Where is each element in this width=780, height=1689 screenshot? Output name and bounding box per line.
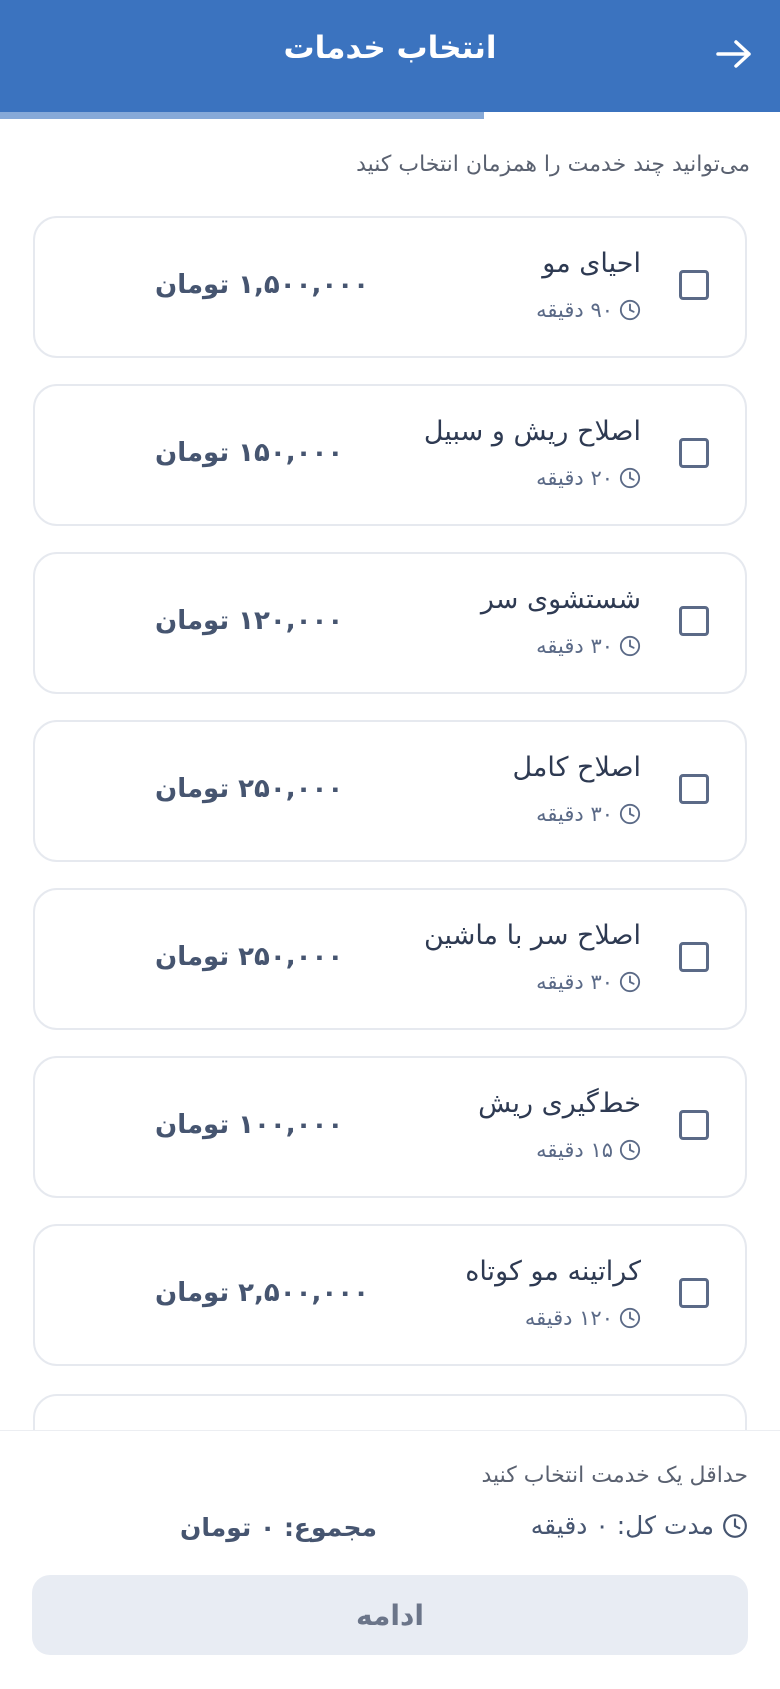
total-price: مجموع: ۰ تومان xyxy=(180,1513,377,1542)
min-selection-hint: حداقل یک خدمت انتخاب کنید xyxy=(481,1463,748,1488)
continue-button[interactable]: ادامه xyxy=(32,1575,748,1655)
service-name: اصلاح سر با ماشین xyxy=(424,920,641,951)
service-name: اصلاح کامل xyxy=(512,752,641,783)
service-duration: ۳۰ دقیقه xyxy=(536,634,641,658)
service-card[interactable]: خط‌گیری ریش ۱۵ دقیقه ۱۰۰,۰۰۰ تومان xyxy=(33,1056,747,1198)
service-price: ۱۵۰,۰۰۰ تومان xyxy=(155,438,344,468)
service-card[interactable]: کراتینه مو کوتاه ۱۲۰ دقیقه ۲,۵۰۰,۰۰۰ تومان xyxy=(33,1224,747,1366)
service-name: خط‌گیری ریش xyxy=(478,1088,641,1119)
service-duration-label: ۱۵ دقیقه xyxy=(536,1138,613,1162)
service-card[interactable]: اصلاح ریش و سبیل ۲۰ دقیقه ۱۵۰,۰۰۰ تومان xyxy=(33,384,747,526)
total-duration-label: مدت کل: ۰ دقیقه xyxy=(530,1511,714,1540)
clock-icon xyxy=(619,803,641,825)
clock-icon xyxy=(619,299,641,321)
service-card[interactable]: شستشوی سر ۳۰ دقیقه ۱۲۰,۰۰۰ تومان xyxy=(33,552,747,694)
service-duration-label: ۱۲۰ دقیقه xyxy=(524,1306,613,1330)
service-price: ۱,۵۰۰,۰۰۰ تومان xyxy=(155,270,370,300)
clock-icon xyxy=(723,1513,747,1538)
service-price: ۲۵۰,۰۰۰ تومان xyxy=(155,942,344,972)
service-duration: ۳۰ دقیقه xyxy=(536,802,641,826)
checkbox-empty-icon[interactable] xyxy=(679,438,709,468)
clock-icon xyxy=(619,1307,641,1329)
service-name: اصلاح ریش و سبیل xyxy=(423,416,641,447)
checkbox-empty-icon[interactable] xyxy=(679,774,709,804)
service-duration-label: ۹۰ دقیقه xyxy=(536,298,613,322)
service-duration-label: ۳۰ دقیقه xyxy=(536,634,613,658)
service-card-partial[interactable] xyxy=(33,1394,747,1432)
service-duration: ۹۰ دقیقه xyxy=(536,298,641,322)
clock-icon xyxy=(619,971,641,993)
checkbox-empty-icon[interactable] xyxy=(679,606,709,636)
service-duration: ۱۲۰ دقیقه xyxy=(525,1306,641,1330)
service-duration: ۳۰ دقیقه xyxy=(536,970,641,994)
clock-icon xyxy=(619,467,641,489)
service-card[interactable]: اصلاح سر با ماشین ۳۰ دقیقه ۲۵۰,۰۰۰ تومان xyxy=(33,888,747,1030)
service-price: ۱۰۰,۰۰۰ تومان xyxy=(155,1110,344,1140)
service-name: کراتینه مو کوتاه xyxy=(465,1256,641,1287)
checkbox-empty-icon[interactable] xyxy=(679,1278,709,1308)
multi-select-hint: می‌توانید چند خدمت را همزمان انتخاب کنید xyxy=(356,152,750,177)
service-name: شستشوی سر xyxy=(480,584,641,615)
checkbox-empty-icon[interactable] xyxy=(679,1110,709,1140)
clock-icon xyxy=(619,1139,641,1161)
service-name: احیای مو xyxy=(542,248,641,279)
service-card[interactable]: اصلاح کامل ۳۰ دقیقه ۲۵۰,۰۰۰ تومان xyxy=(33,720,747,862)
total-duration: مدت کل: ۰ دقیقه xyxy=(531,1511,748,1540)
service-price: ۲۵۰,۰۰۰ تومان xyxy=(155,774,344,804)
checkbox-empty-icon[interactable] xyxy=(679,270,709,300)
service-price: ۲,۵۰۰,۰۰۰ تومان xyxy=(155,1278,370,1308)
service-duration-label: ۳۰ دقیقه xyxy=(536,802,613,826)
summary-footer: حداقل یک خدمت انتخاب کنید مدت کل: ۰ دقیق… xyxy=(0,1430,780,1689)
checkbox-empty-icon[interactable] xyxy=(679,942,709,972)
service-duration-label: ۲۰ دقیقه xyxy=(536,466,613,490)
service-price: ۱۲۰,۰۰۰ تومان xyxy=(155,606,344,636)
service-list[interactable]: می‌توانید چند خدمت را همزمان انتخاب کنید… xyxy=(0,0,780,1432)
service-duration-label: ۳۰ دقیقه xyxy=(536,970,613,994)
clock-icon xyxy=(619,635,641,657)
service-duration: ۲۰ دقیقه xyxy=(536,466,641,490)
service-card[interactable]: احیای مو ۹۰ دقیقه ۱,۵۰۰,۰۰۰ تومان xyxy=(33,216,747,358)
service-duration: ۱۵ دقیقه xyxy=(536,1138,641,1162)
